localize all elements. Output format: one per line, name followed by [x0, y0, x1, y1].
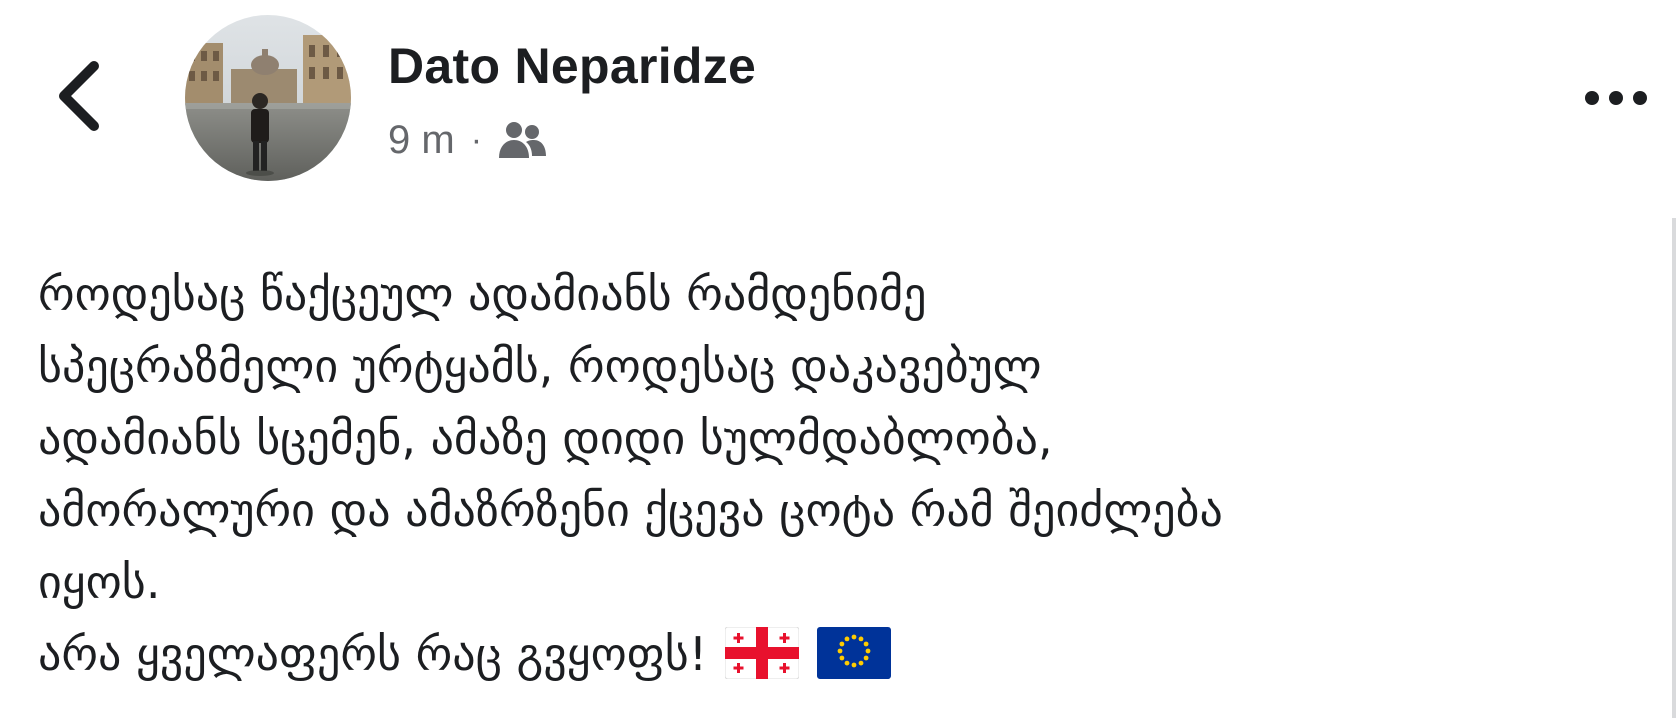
- post-card: Dato Neparidze 9 m · როდესაც წაქცეულ ადა…: [0, 0, 1676, 718]
- meta-separator: ·: [470, 120, 483, 159]
- eu-flag-icon: [817, 626, 892, 679]
- post-meta: 9 m ·: [388, 112, 548, 168]
- scrollbar-edge: [1672, 218, 1676, 718]
- avatar-photo: [185, 15, 351, 181]
- post-text: როდესაც წაქცეულ ადამიანს რამდენიმე სპეცრ…: [38, 258, 1658, 690]
- avatar[interactable]: [185, 15, 351, 181]
- post-line: იყოს.: [38, 555, 161, 609]
- author-name[interactable]: Dato Neparidze: [388, 32, 756, 100]
- post-line: ადამიანს სცემენ, ამაზე დიდი სულმდაბლობა,: [38, 411, 1053, 465]
- georgia-flag-icon: [725, 626, 800, 679]
- chevron-left-icon: [59, 61, 99, 131]
- post-line: როდესაც წაქცეულ ადამიანს რამდენიმე: [38, 267, 927, 321]
- post-last-line: არა ყველაფერს რაც გვყოფს!: [38, 618, 1658, 690]
- back-button[interactable]: [50, 58, 110, 138]
- more-horizontal-icon: [1585, 91, 1647, 105]
- post-line: სპეცრაზმელი ურტყამს, როდესაც დაკავებულ: [38, 339, 1042, 393]
- post-line: არა ყველაფერს რაც გვყოფს!: [38, 627, 708, 681]
- post-time[interactable]: 9 m: [388, 118, 455, 163]
- post-line: ამორალური და ამაზრზენი ქცევა ცოტა რამ შე…: [38, 483, 1223, 537]
- more-options-button[interactable]: [1580, 80, 1652, 116]
- friends-icon[interactable]: [496, 118, 548, 162]
